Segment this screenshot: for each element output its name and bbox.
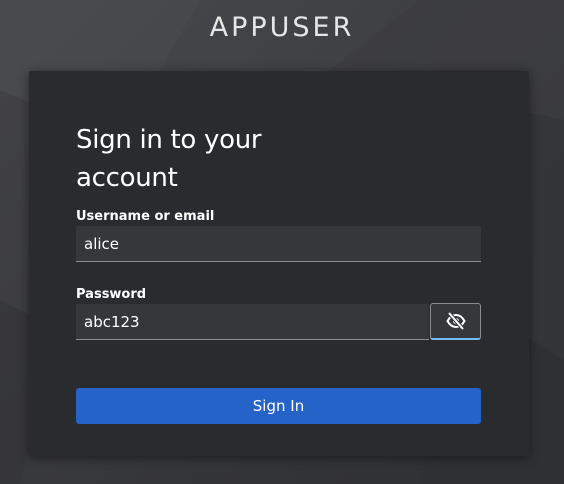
page-title: Sign in to your account: [76, 125, 262, 193]
password-label: Password: [76, 287, 147, 302]
username-label: Username or email: [76, 209, 215, 224]
login-card: Sign in to your account Username or emai…: [29, 71, 529, 456]
brand-logo-text: APPUSER: [209, 12, 355, 43]
password-input[interactable]: [76, 304, 429, 340]
username-input[interactable]: [76, 226, 481, 262]
toggle-password-visibility-button[interactable]: [430, 303, 481, 340]
eye-slash-icon: [445, 312, 466, 330]
sign-in-button[interactable]: Sign In: [76, 388, 481, 424]
